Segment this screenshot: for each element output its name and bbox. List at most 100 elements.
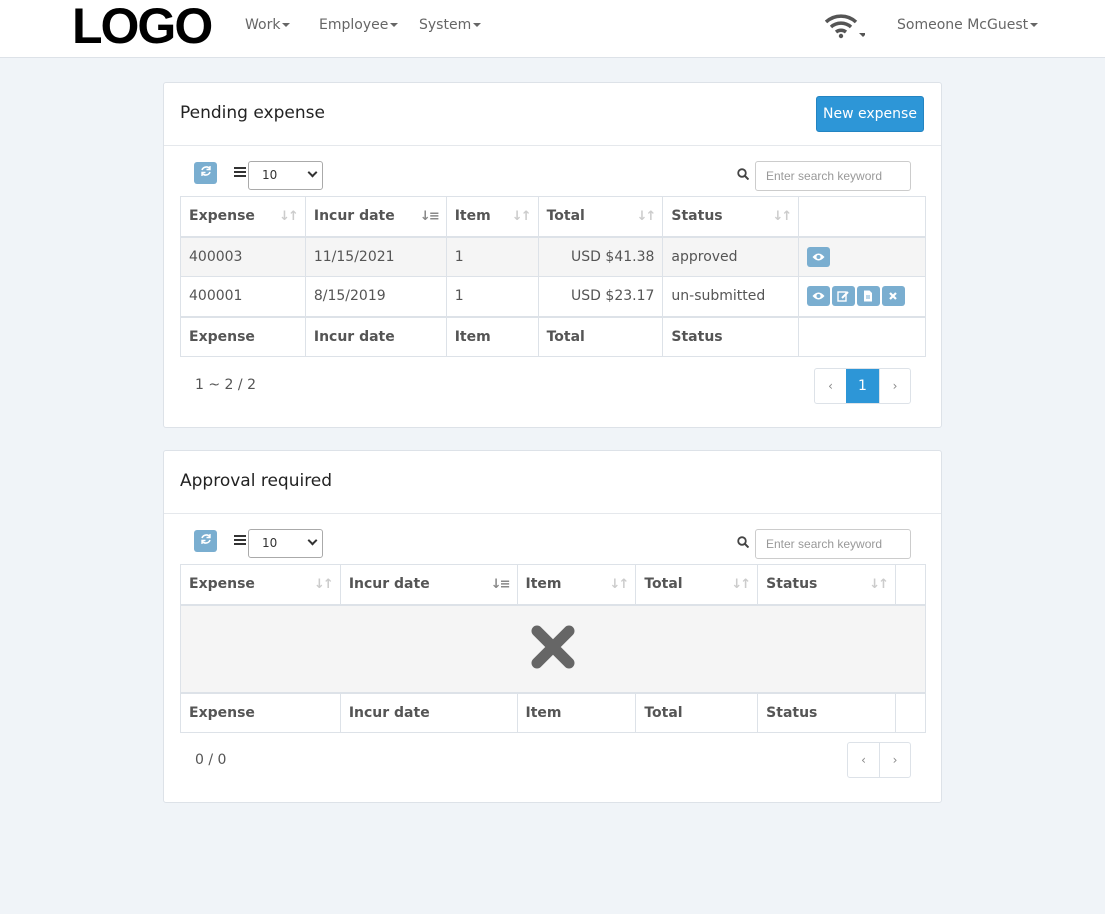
caret-down-icon [282, 23, 291, 27]
footer-total: Total [635, 691, 759, 733]
pagination-next[interactable]: › [879, 369, 910, 403]
refresh-button[interactable] [194, 162, 217, 184]
refresh-icon [200, 534, 211, 544]
refresh-button[interactable] [194, 530, 217, 552]
cell-expense: 400001 [180, 276, 306, 317]
nav-menu-employee[interactable]: Employee [319, 17, 399, 33]
pending-expense-table: Expense ↓↑ Incur date ↓≡ Item ↓↑ Total ↓↑ St… [180, 196, 926, 357]
cell-expense: 400003 [180, 236, 306, 277]
cell-actions [798, 236, 926, 277]
sort-icon: ↓↑ [279, 209, 299, 224]
table-toolbar: 10 [164, 514, 941, 564]
user-menu[interactable]: Someone McGuest [897, 17, 1039, 33]
cell-item: 1 [445, 276, 539, 317]
panel-header: Pending expense New expense [164, 83, 941, 146]
page-size-value: 10 [262, 168, 278, 182]
search-input[interactable] [755, 161, 911, 191]
table-row: 400003 11/15/2021 1 USD $41.38 approved [180, 236, 926, 277]
column-header-item[interactable]: Item ↓↑ [516, 564, 637, 606]
search-input[interactable] [755, 529, 911, 559]
table-header-row: Expense ↓↑ Incur date ↓≡ Item ↓↑ Total ↓↑ St… [180, 196, 926, 238]
column-header-incur-date[interactable]: Incur date ↓≡ [339, 564, 518, 606]
column-header-expense[interactable]: Expense ↓↑ [180, 196, 306, 238]
footer-incur-date: Incur date [304, 315, 447, 357]
footer-actions [798, 315, 926, 357]
approval-required-panel: Approval required 10 Expense↓↑ Incur dat… [163, 450, 942, 803]
sort-desc-icon: ↓≡ [490, 577, 511, 592]
sort-icon: ↓↑ [869, 577, 889, 592]
footer-actions [895, 691, 926, 733]
view-button[interactable] [807, 286, 831, 307]
pagination-page-1[interactable]: 1 [846, 369, 879, 403]
x-icon [531, 625, 575, 668]
table-header-row: Expense ↓↑ Incur date ↓≡ Item ↓↑ Total ↓↑ St… [180, 564, 926, 606]
wifi-icon[interactable] [824, 14, 867, 40]
column-header-status[interactable]: Status ↓↑ [757, 564, 896, 606]
pagination-prev[interactable]: ‹ [815, 369, 846, 403]
footer-status: Status [662, 315, 800, 357]
cell-incur-date: 11/15/2021 [304, 236, 447, 277]
column-header-expense[interactable]: Expense ↓↑ [180, 564, 341, 606]
footer-status: Status [757, 691, 896, 733]
table-footer-row: Expense Incur date Item Total Status [180, 315, 926, 357]
sort-desc-icon: ↓≡ [419, 209, 440, 224]
panel-title: Pending expense [180, 103, 325, 123]
nav-menu-system-label: System [419, 17, 472, 33]
user-name: Someone McGuest [897, 17, 1029, 33]
empty-state [180, 604, 926, 693]
cell-status: approved [662, 236, 800, 277]
close-icon [889, 292, 898, 301]
table-footer-row: Expense Incur date Item Total Status [180, 691, 926, 733]
page-size-select[interactable]: 10 [248, 529, 323, 558]
sort-icon: ↓↑ [731, 577, 751, 592]
column-header-total[interactable]: Total ↓↑ [537, 196, 664, 238]
navbar: LOGO Work Employee System Someone McGues… [0, 0, 1105, 58]
pending-expense-panel: Pending expense New expense 10 Expense↓↑… [163, 82, 942, 428]
footer-item: Item [445, 315, 539, 357]
table-toolbar: 10 [164, 146, 941, 196]
column-header-status[interactable]: Status ↓↑ [662, 196, 800, 238]
footer-incur-date: Incur date [339, 691, 518, 733]
new-expense-button[interactable]: New expense [816, 96, 924, 132]
page-size-value: 10 [262, 536, 278, 550]
panel-title: Approval required [180, 471, 333, 491]
column-header-item[interactable]: Item ↓↑ [445, 196, 539, 238]
search-icon [737, 168, 749, 180]
cell-total: USD $41.38 [537, 236, 664, 277]
footer-expense: Expense [180, 315, 306, 357]
cell-incur-date: 8/15/2019 [304, 276, 447, 317]
sort-icon: ↓↑ [636, 209, 657, 224]
document-button[interactable] [857, 286, 881, 307]
chevron-down-icon [307, 535, 318, 546]
column-header-incur-date[interactable]: Incur date ↓≡ [304, 196, 447, 238]
cell-actions [798, 276, 926, 317]
view-button[interactable] [807, 246, 831, 267]
caret-down-icon [473, 23, 482, 27]
pagination-prev[interactable]: ‹ [848, 743, 879, 777]
cell-status: un-submitted [662, 276, 800, 317]
nav-menu-employee-label: Employee [319, 17, 389, 33]
pagination-info: 0 / 0 [195, 752, 227, 768]
edit-icon [837, 291, 849, 302]
column-header-actions [895, 564, 926, 606]
empty-row [180, 604, 926, 693]
nav-menu-work[interactable]: Work [245, 17, 291, 33]
document-icon [864, 290, 873, 302]
refresh-icon [200, 166, 211, 176]
page-size-select[interactable]: 10 [248, 161, 323, 190]
footer-total: Total [537, 315, 664, 357]
pagination-next[interactable]: › [879, 743, 910, 777]
logo[interactable]: LOGO [72, 1, 213, 51]
approval-required-table: Expense ↓↑ Incur date ↓≡ Item ↓↑ Total ↓↑ St… [180, 564, 926, 733]
search-icon [737, 536, 749, 548]
edit-button[interactable] [832, 286, 856, 307]
eye-icon [812, 253, 825, 261]
cell-item: 1 [445, 236, 539, 277]
delete-button[interactable] [882, 286, 906, 307]
sort-icon: ↓↑ [511, 209, 532, 224]
pagination: ‹ › [847, 742, 911, 778]
column-header-total[interactable]: Total ↓↑ [635, 564, 759, 606]
nav-menu-work-label: Work [245, 17, 281, 33]
pagination: ‹ 1 › [814, 368, 911, 404]
nav-menu-system[interactable]: System [419, 17, 482, 33]
